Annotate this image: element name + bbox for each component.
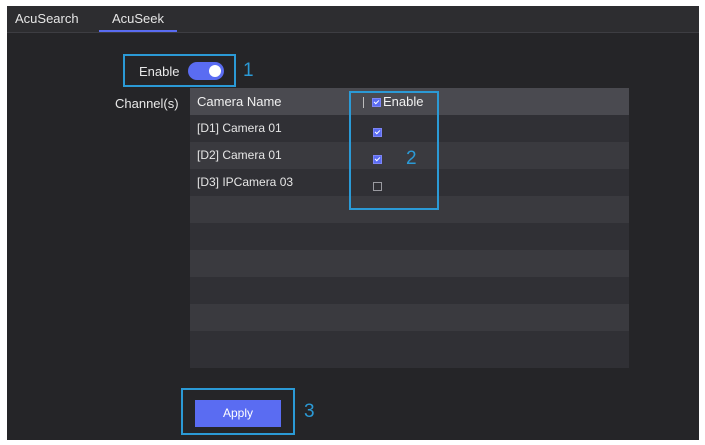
empty-row xyxy=(190,223,629,250)
callout-number-2: 2 xyxy=(406,148,417,169)
enable-toggle[interactable] xyxy=(188,62,224,80)
empty-row xyxy=(190,331,629,358)
tab-acuseek[interactable]: AcuSeek xyxy=(99,6,177,32)
apply-button[interactable]: Apply xyxy=(195,400,281,427)
column-header-camera-name: Camera Name xyxy=(197,94,282,109)
callout-number-3: 3 xyxy=(304,401,315,422)
channels-label: Channel(s) xyxy=(115,96,179,111)
toggle-knob xyxy=(209,65,221,77)
empty-row xyxy=(190,304,629,331)
active-tab-indicator xyxy=(99,30,177,32)
tab-acusearch[interactable]: AcuSearch xyxy=(15,6,91,32)
camera-name: [D1] Camera 01 xyxy=(197,121,282,135)
tab-bar: AcuSearch AcuSeek xyxy=(7,6,699,33)
enable-label: Enable xyxy=(139,64,180,79)
camera-name: [D3] IPCamera 03 xyxy=(197,175,294,189)
callout-number-1: 1 xyxy=(243,60,254,81)
acuseek-settings-panel: AcuSearch AcuSeek 1 Enable Channel(s) Ca… xyxy=(7,6,699,440)
empty-row xyxy=(190,277,629,304)
callout-box-checkboxes xyxy=(349,91,439,210)
empty-row xyxy=(190,250,629,277)
camera-name: [D2] Camera 01 xyxy=(197,148,282,162)
